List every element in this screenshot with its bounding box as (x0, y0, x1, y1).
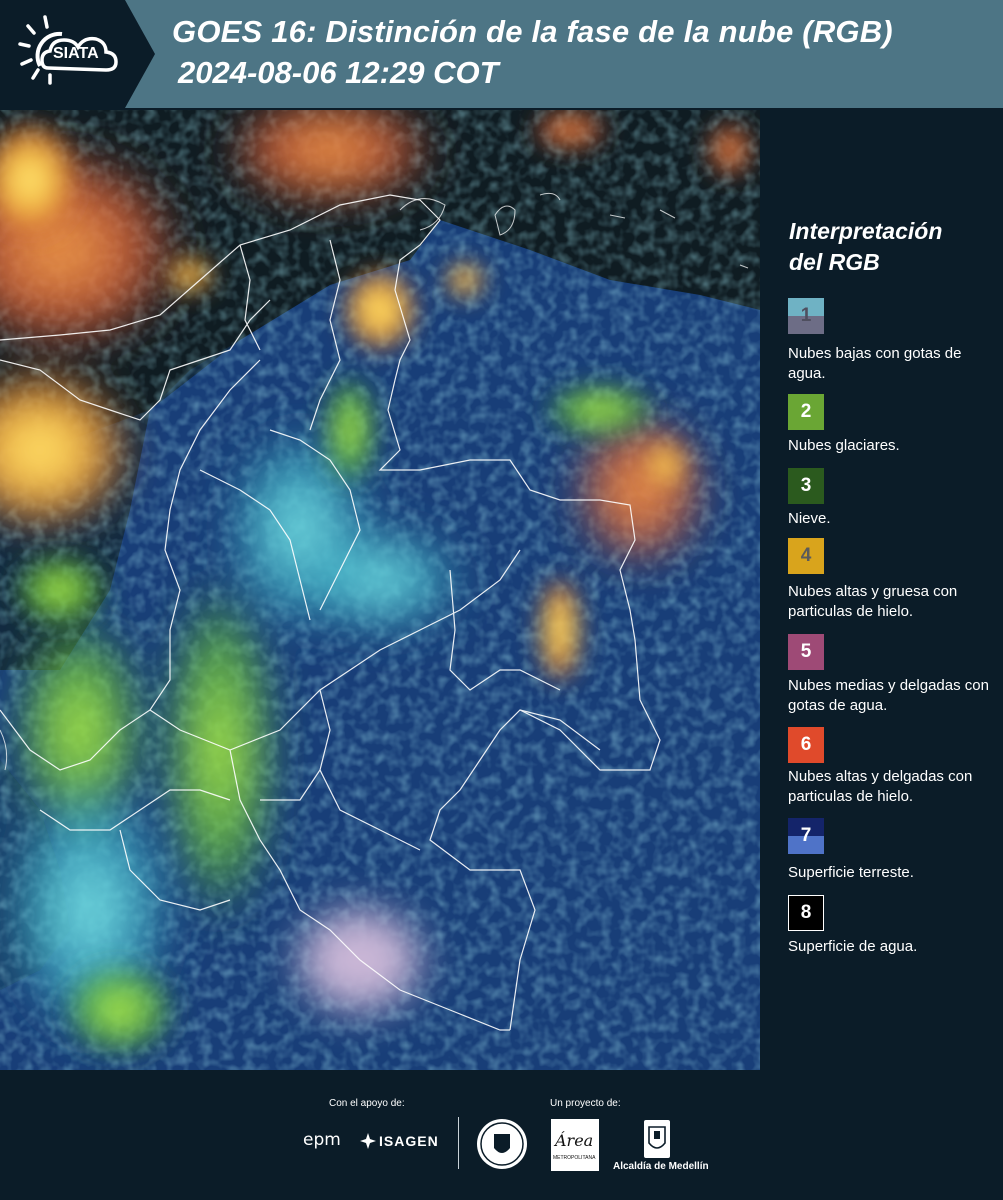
legend-label: Nieve. (788, 510, 831, 527)
footer: Con el apoyo de: Un proyecto de: epm ISA… (0, 1070, 1003, 1200)
legend-number: 7 (800, 825, 812, 846)
legend-label: Nubes medias y delgadas con gotas de agu… (788, 677, 989, 714)
legend-number: 5 (800, 641, 812, 662)
legend-title: Interpretación del RGB (789, 218, 943, 275)
university-seal-icon (477, 1119, 527, 1169)
siata-logo: SIATA (0, 0, 155, 108)
siata-logo-text: SIATA (53, 45, 99, 62)
legend-label: Superficie de agua. (788, 938, 918, 955)
legend-number: 8 (800, 902, 812, 923)
legend-swatch-4: 4 (788, 538, 824, 574)
legend-label: Nubes altas y delgadas con particulas de… (788, 768, 973, 805)
legend-swatch-5: 5 (788, 634, 824, 670)
legend-swatch-3: 3 (788, 468, 824, 504)
legend-panel: Interpretación del RGB 1 Nubes bajas con… (778, 110, 1003, 1070)
legend-swatch-7: 7 (788, 818, 824, 854)
legend-label: Nubes bajas con gotas de agua. (788, 345, 962, 382)
legend-label: Nubes glaciares. (788, 437, 900, 454)
header-bar: SIATA GOES 16: Distinción de la fase de … (0, 0, 1003, 108)
satellite-image (0, 110, 760, 1070)
page-title: GOES 16: Distinción de la fase de la nub… (172, 14, 893, 49)
legend-label: Nubes altas y gruesa con particulas de h… (788, 583, 958, 620)
epm-logo: epm (303, 1130, 341, 1150)
legend-label: Superficie terreste. (788, 864, 914, 881)
satellite-map (0, 110, 760, 1070)
legend-number: 3 (800, 475, 812, 496)
area-logo-subtext: METROPOLITANA (553, 1155, 596, 1161)
legend-number: 1 (800, 305, 812, 326)
project-label: Un proyecto de: (550, 1098, 621, 1109)
legend-swatch-6: 6 (788, 727, 824, 763)
support-label: Con el apoyo de: (329, 1098, 405, 1109)
legend-swatch-2: 2 (788, 394, 824, 430)
area-logo-text: Área (555, 1131, 594, 1150)
legend-swatch-8: 8 (788, 895, 824, 931)
area-metropolitana-logo: Área METROPOLITANA (551, 1119, 599, 1171)
alcaldia-label: Alcaldía de Medellín (613, 1161, 709, 1172)
isagen-logo-text: ISAGEN (379, 1133, 439, 1149)
legend-number: 2 (800, 401, 812, 422)
legend-swatch-1: 1 (788, 298, 824, 334)
isagen-mark-icon (360, 1133, 376, 1149)
alcaldia-shield-icon (644, 1120, 670, 1158)
legend-number: 6 (800, 734, 812, 755)
footer-divider (458, 1117, 459, 1169)
page-timestamp: 2024-08-06 12:29 COT (178, 55, 499, 90)
legend-number: 4 (800, 545, 812, 566)
